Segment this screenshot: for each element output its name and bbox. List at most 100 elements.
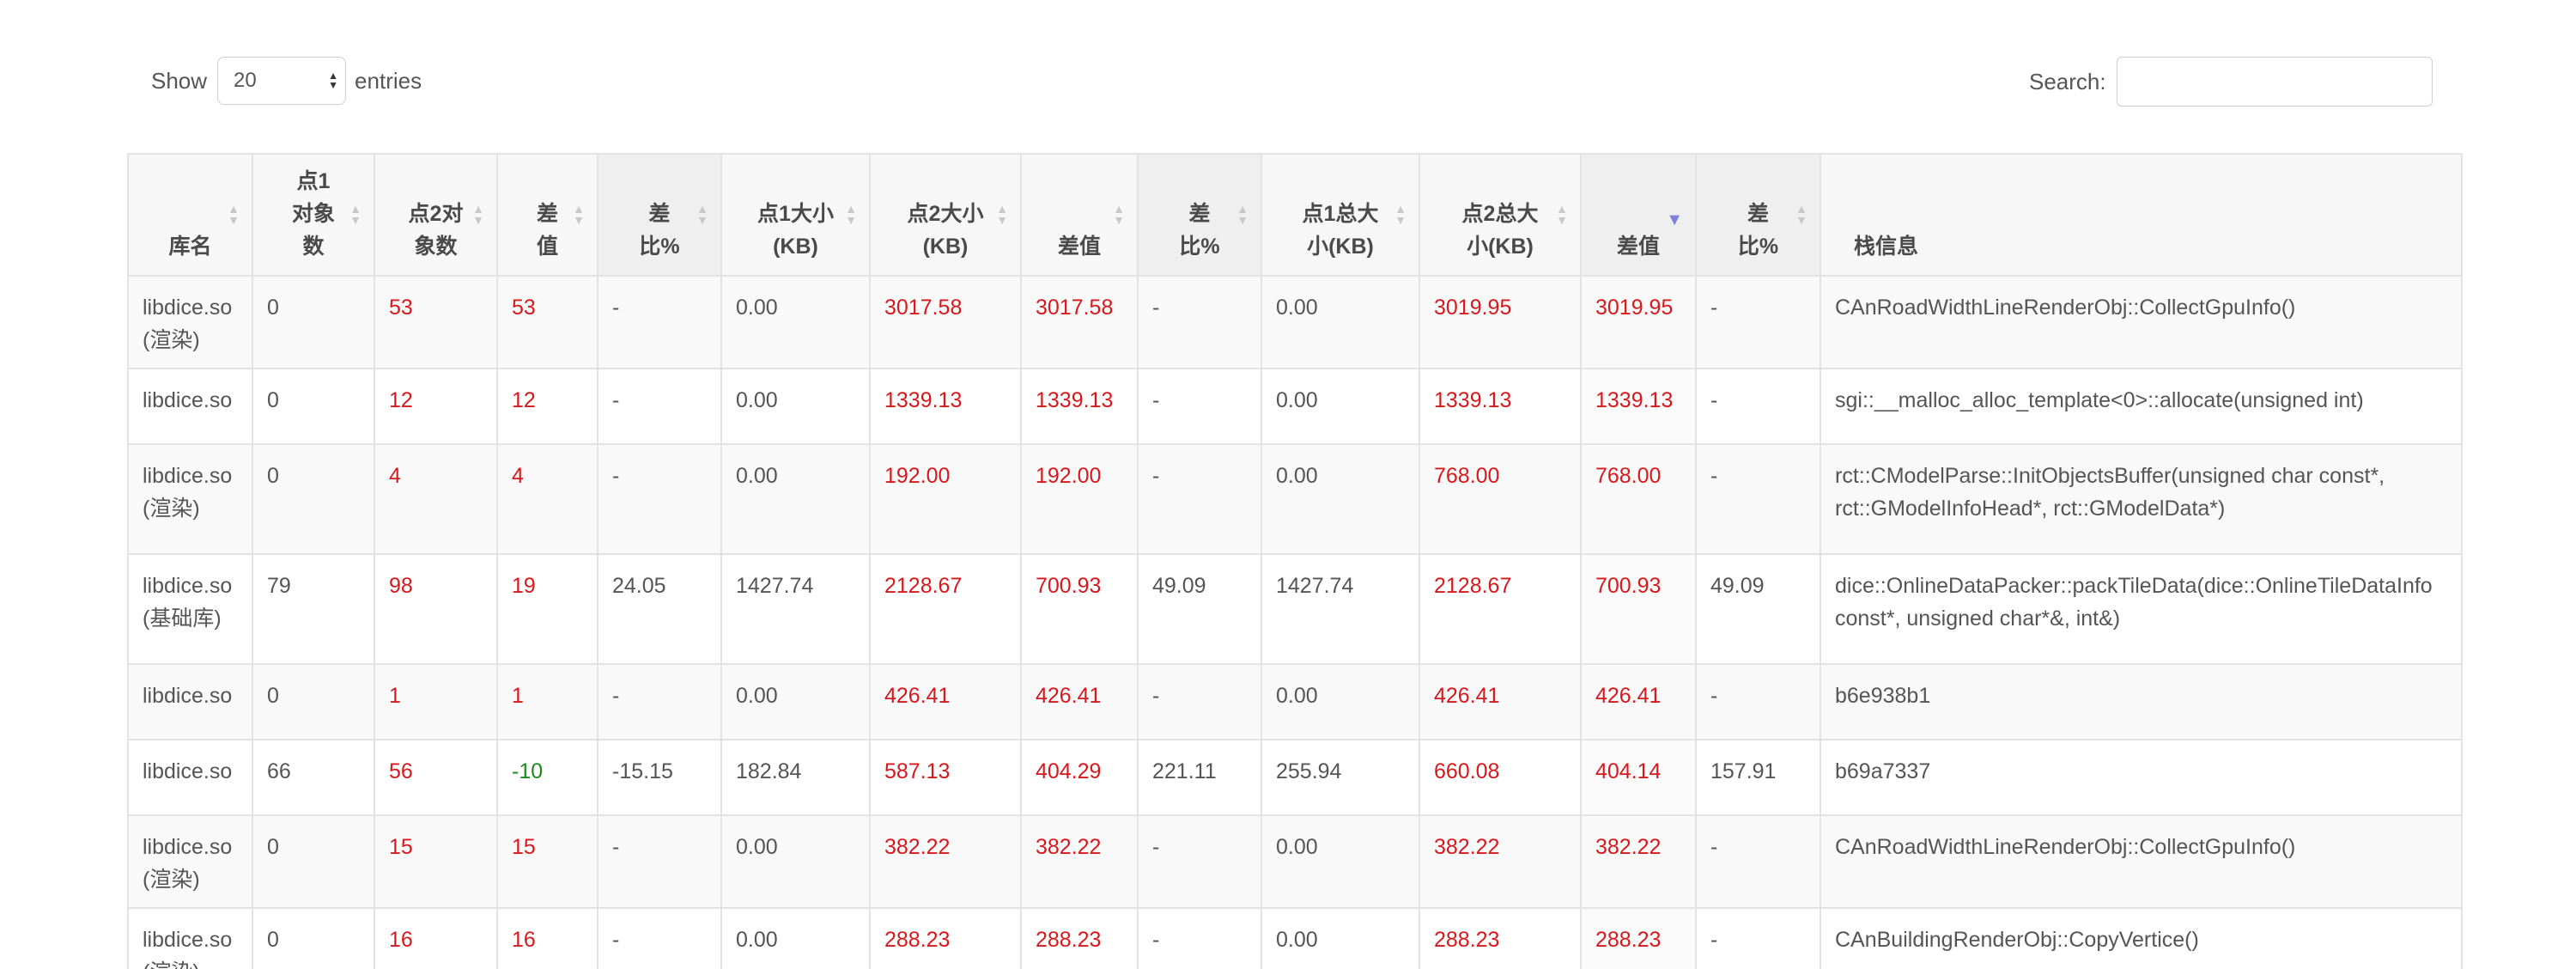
cell-tdp: - — [1695, 814, 1821, 909]
table-row[interactable]: libdice.so 0 1 1-0.00 426.41 426.41-0.00 426.4… — [127, 663, 2463, 740]
cell-c2: 12 — [374, 368, 498, 445]
cell-dp: - — [597, 275, 722, 369]
lib-name-line: libdice.so — [143, 296, 233, 320]
lib-name-line: (基础库) — [143, 606, 222, 631]
cell-td: 426.41 — [1580, 663, 1697, 740]
search-label: Search: — [2029, 68, 2106, 94]
select-arrows-icon: ▲ ▼ — [328, 70, 339, 91]
lib-name-line: libdice.so — [143, 835, 233, 859]
cell-t2: 426.41 — [1419, 663, 1582, 740]
cell-tdp: - — [1695, 663, 1821, 740]
cell-stack: dice::OnlineDataPacker::packTileData(dic… — [1820, 553, 2463, 665]
sort-both-icon: ▲ ▼ — [1795, 202, 1807, 227]
cell-sdp: - — [1137, 443, 1262, 555]
cell-s2: 3017.58 — [869, 275, 1022, 369]
table-row[interactable]: libdice.so (渲染) 0 15 15-0.00 382.22 382.22-0.0… — [127, 814, 2463, 909]
cell-s1: 0.00 — [720, 368, 871, 445]
sort-both-icon: ▲ ▼ — [1113, 202, 1125, 227]
cell-stack: CAnRoadWidthLineRenderObj::CollectGpuInf… — [1820, 275, 2463, 369]
page-size-value: 20 — [234, 69, 257, 92]
cell-stack: rct::CModelParse::InitObjectsBuffer(unsi… — [1820, 443, 2463, 555]
column-header-label: 比% — [1737, 235, 1779, 259]
lib-name-cell: libdice.so — [127, 663, 253, 740]
cell-stack: b6e938b1 — [1820, 663, 2463, 740]
cell-t1: 1427.74 — [1261, 553, 1420, 665]
cell-d: 16 — [496, 907, 598, 969]
cell-sd: 700.93 — [1020, 553, 1139, 665]
lib-name-cell: libdice.so (渲染) — [127, 907, 253, 969]
column-header-label: 差 — [1747, 202, 1769, 226]
table-row[interactable]: libdice.so 0 12 12-0.00 1339.13 1339.13-0.00 1… — [127, 368, 2463, 445]
sort-both-icon: ▲ ▼ — [1556, 202, 1568, 227]
cell-t1: 255.94 — [1261, 739, 1420, 816]
column-header-6[interactable]: 点2大小 (KB) ▲ ▼ — [869, 153, 1022, 277]
lib-name-line: libdice.so — [143, 574, 233, 598]
cell-d: -10 — [496, 739, 598, 816]
column-header-label: 差 — [1188, 202, 1211, 226]
sort-both-icon: ▲ ▼ — [349, 202, 361, 227]
table-row[interactable]: libdice.so 66 56 -10 -15.15 182.84 587.13 404.2… — [127, 739, 2463, 816]
cell-td: 3019.95 — [1580, 275, 1697, 369]
column-header-label: 差值 — [1616, 235, 1660, 259]
column-header-1[interactable]: 点1 对象数 ▲ ▼ — [252, 153, 375, 277]
cell-dp: - — [597, 907, 722, 969]
cell-c1: 79 — [252, 553, 375, 665]
column-header-7[interactable]: 差值 ▲ ▼ — [1020, 153, 1139, 277]
cell-c1: 0 — [252, 368, 375, 445]
cell-td: 404.14 — [1580, 739, 1697, 816]
cell-s2: 192.00 — [869, 443, 1022, 555]
cell-sdp: - — [1137, 368, 1262, 445]
lib-name-line: (渲染) — [143, 956, 238, 969]
cell-d: 15 — [496, 814, 598, 909]
column-header-4[interactable]: 差比% ▲ ▼ — [597, 153, 722, 277]
column-header-0[interactable]: 库名 ▲ ▼ — [127, 153, 253, 277]
table-row[interactable]: libdice.so (渲染) 0 4 4-0.00 192.00 192.00-0.00 7… — [127, 443, 2463, 555]
cell-tdp: - — [1695, 907, 1821, 969]
cell-td: 700.93 — [1580, 553, 1697, 665]
cell-t2: 660.08 — [1419, 739, 1582, 816]
search-control: Search: — [2029, 57, 2433, 107]
cell-sdp: 221.11 — [1137, 739, 1262, 816]
cell-s2: 426.41 — [869, 663, 1022, 740]
table-row[interactable]: libdice.so(渲染)01616-0.00288.23288.23-0.0… — [127, 907, 2463, 969]
cell-t1: 0.00 — [1261, 275, 1420, 369]
cell-s1: 1427.74 — [720, 553, 871, 665]
column-header-2[interactable]: 点2对 象数 ▲ ▼ — [374, 153, 498, 277]
sort-both-icon: ▲ ▼ — [1236, 202, 1249, 227]
cell-sd: 192.00 — [1020, 443, 1139, 555]
table-row[interactable]: libdice.so (渲染) 0 53 53-0.00 3017.58 3017.58-0… — [127, 275, 2463, 369]
cell-s2: 382.22 — [869, 814, 1022, 909]
page-size-select[interactable]: 20 ▲ ▼ — [217, 57, 347, 105]
table-body: libdice.so (渲染) 0 53 53-0.00 3017.58 3017.58-0… — [127, 275, 2463, 969]
search-input[interactable] — [2116, 57, 2433, 107]
cell-sd: 426.41 — [1020, 663, 1139, 740]
column-header-5[interactable]: 点1大小 (KB) ▲ ▼ — [720, 153, 871, 277]
column-header-label: 小(KB) — [1467, 235, 1534, 259]
entries-label: entries — [355, 67, 422, 94]
lib-name-cell: libdice.so — [127, 739, 253, 816]
lib-name-line: (渲染) — [143, 497, 200, 521]
cell-c2: 4 — [374, 443, 498, 555]
lib-name-line: libdice.so — [143, 928, 233, 952]
cell-t2: 1339.13 — [1419, 368, 1582, 445]
column-header-3[interactable]: 差值 ▲ ▼ — [496, 153, 598, 277]
table-row[interactable]: libdice.so (基础库) 79 98 19 24.05 1427.74 2128.67… — [127, 553, 2463, 665]
cell-t2: 382.22 — [1419, 814, 1582, 909]
cell-t1: 0.00 — [1261, 663, 1420, 740]
column-header-8[interactable]: 差比% ▲ ▼ — [1137, 153, 1262, 277]
cell-s1: 0.00 — [720, 443, 871, 555]
column-header-11[interactable]: 差值 ▲▼ — [1580, 153, 1697, 277]
cell-d: 1 — [496, 663, 598, 740]
column-header-label: 值 — [536, 235, 558, 259]
column-header-13[interactable]: 栈信息 — [1820, 153, 2463, 277]
cell-s2: 288.23 — [869, 907, 1022, 969]
column-header-9[interactable]: 点1总大 小(KB) ▲ ▼ — [1261, 153, 1420, 277]
cell-s2: 1339.13 — [869, 368, 1022, 445]
column-header-label: 象数 — [414, 235, 458, 259]
lib-name-cell: libdice.so (渲染) — [127, 814, 253, 909]
cell-sd: 3017.58 — [1020, 275, 1139, 369]
column-header-12[interactable]: 差比% ▲ ▼ — [1695, 153, 1821, 277]
column-header-10[interactable]: 点2总大 小(KB) ▲ ▼ — [1419, 153, 1582, 277]
table-header-row: 库名 ▲ ▼ 点1 对象数 ▲ ▼ 点2对 象数 ▲ ▼ 差值 ▲ ▼ 差比% ▲ ▼ 点1大小 (KB) ▲ ▼ 点2大… — [127, 153, 2463, 277]
column-header-label: 点2对 — [408, 202, 464, 226]
